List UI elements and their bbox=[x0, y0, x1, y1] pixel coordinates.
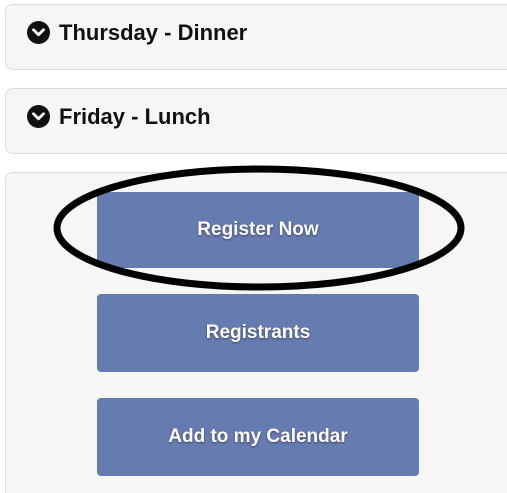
accordion-header[interactable]: Friday - Lunch bbox=[27, 105, 211, 128]
register-now-button[interactable]: Register Now bbox=[97, 192, 419, 268]
accordion-thursday-dinner[interactable]: Thursday - Dinner bbox=[5, 4, 507, 70]
accordion-header[interactable]: Thursday - Dinner bbox=[27, 21, 247, 44]
add-to-calendar-button[interactable]: Add to my Calendar bbox=[97, 398, 419, 476]
event-page: Thursday - Dinner Friday - Lunch Registe… bbox=[0, 0, 507, 493]
chevron-down-icon bbox=[27, 21, 50, 44]
chevron-down-icon bbox=[27, 105, 50, 128]
accordion-friday-lunch[interactable]: Friday - Lunch bbox=[5, 88, 507, 154]
registrants-button[interactable]: Registrants bbox=[97, 294, 419, 372]
accordion-title: Thursday - Dinner bbox=[59, 19, 248, 45]
accordion-title: Friday - Lunch bbox=[59, 103, 211, 129]
